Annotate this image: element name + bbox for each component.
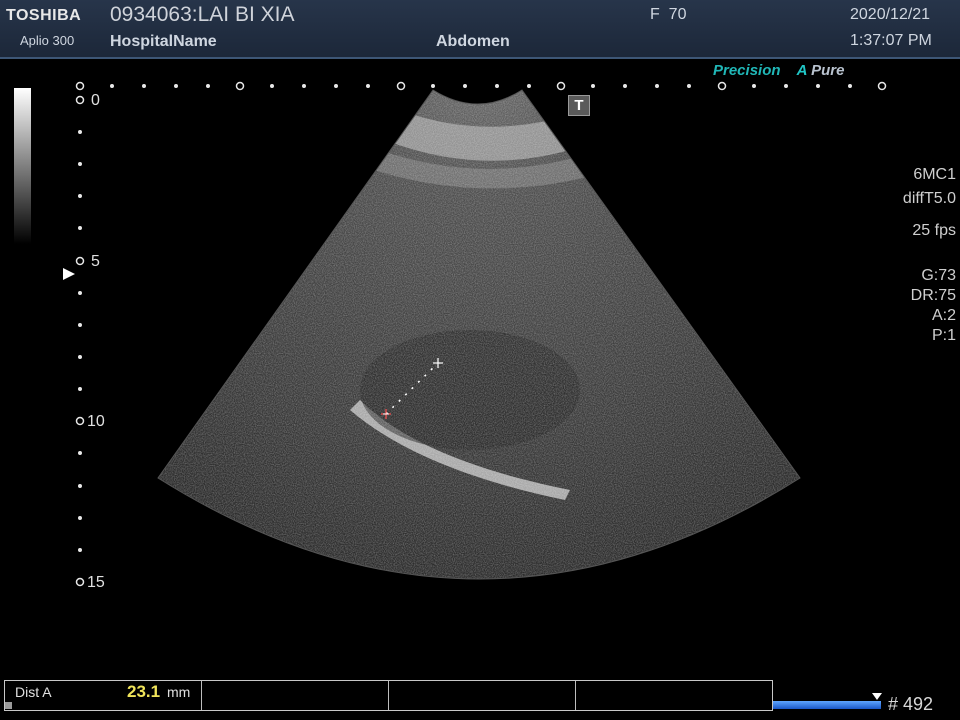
- dynamic-range-label: DR:75: [910, 287, 956, 304]
- mode-label: diffT5.0: [902, 190, 956, 207]
- measurement-value: 23.1: [127, 682, 161, 701]
- trace-badge[interactable]: T: [568, 95, 590, 116]
- ultrasound-image: [63, 81, 887, 587]
- measurement-slot-3: [389, 681, 576, 710]
- depth-label-15: 15: [87, 574, 105, 591]
- depth-ticks: [75, 95, 85, 587]
- cine-position-marker[interactable]: [872, 693, 882, 700]
- gain-label: G:73: [921, 267, 956, 284]
- p-label: P:1: [931, 327, 956, 344]
- lateral-scale: [75, 81, 887, 91]
- measurement-slot-4: [576, 681, 772, 710]
- depth-label-5: 5: [91, 253, 100, 270]
- measurement-unit: mm: [167, 684, 191, 700]
- a-label: A:2: [931, 307, 956, 324]
- measurement-cell[interactable]: Dist A 23.1 mm: [5, 681, 202, 710]
- frame-counter: # 492: [888, 694, 934, 714]
- measurement-bar: Dist A 23.1 mm: [4, 680, 773, 711]
- focus-marker[interactable]: [63, 268, 75, 280]
- measurement-label: Dist A: [15, 684, 52, 700]
- bar-corner-marker: [5, 702, 12, 709]
- cine-progress-bar[interactable]: [773, 701, 881, 709]
- measurement-slot-2: [202, 681, 389, 710]
- fps-label: 25 fps: [912, 222, 956, 239]
- depth-label-0: 0: [91, 92, 100, 109]
- depth-label-10: 10: [87, 413, 105, 430]
- probe-label: 6MC1: [913, 166, 956, 183]
